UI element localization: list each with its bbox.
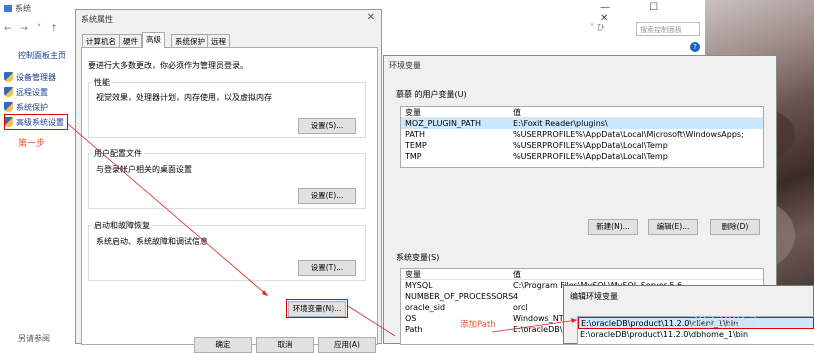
address-dropdown-refresh[interactable]: ˅ ひ xyxy=(590,22,605,33)
dialog-title: 系统属性 xyxy=(81,15,113,24)
user-new-button[interactable]: 新建(N)... xyxy=(588,219,638,235)
shield-icon xyxy=(4,87,13,97)
window-controls[interactable]: — ☐ ✕ xyxy=(600,2,705,24)
performance-desc: 视觉效果，处理器计划，内存使用，以及虚拟内存 xyxy=(96,93,272,102)
user-delete-button[interactable]: 删除(D) xyxy=(710,219,760,235)
tab-advanced[interactable]: 高级 xyxy=(142,32,165,48)
list-header: 变量值 xyxy=(401,269,763,280)
startup-desc: 系统启动、系统故障和调试信息 xyxy=(96,237,208,246)
system-variables-label: 系统变量(S) xyxy=(396,253,440,262)
close-icon[interactable]: ✕ xyxy=(367,12,375,23)
shield-icon xyxy=(4,72,13,82)
user-variables-label: 慕慕 的用户变量(U) xyxy=(396,90,467,99)
tab-computer-name[interactable]: 计算机名 xyxy=(82,34,120,47)
watermark: 38230962 xyxy=(690,314,758,330)
help-icon[interactable]: ? xyxy=(690,42,700,52)
tab-hardware[interactable]: 硬件 xyxy=(119,34,142,47)
control-panel-home-link[interactable]: 控制面板主页 xyxy=(18,50,66,61)
admin-note: 要进行大多数更改，你必须作为管理员登录。 xyxy=(88,61,248,70)
sidebar-item-device-manager[interactable]: 设备管理器 xyxy=(4,72,56,83)
dialog-title: 环境变量 xyxy=(389,61,421,70)
annotation-step1: 第一步 xyxy=(18,139,46,149)
tab-remote[interactable]: 远程 xyxy=(207,34,230,47)
cancel-button[interactable]: 取消 xyxy=(256,337,314,353)
system-icon xyxy=(4,5,12,12)
performance-settings-button[interactable]: 设置(S)... xyxy=(298,118,356,134)
startup-label: 启动和故障恢复 xyxy=(92,220,152,231)
user-variables-list[interactable]: 变量值 MOZ_PLUGIN_PATH E:\Foxit Reader\plugi… xyxy=(400,106,764,168)
apply-button[interactable]: 应用(A) xyxy=(318,337,376,353)
sidebar-item-protection[interactable]: 系统保护 xyxy=(4,102,48,113)
see-also-label: 另请参阅 xyxy=(18,334,50,343)
profile-desc: 与登录帐户相关的桌面设置 xyxy=(96,165,192,174)
table-row[interactable]: MOZ_PLUGIN_PATH E:\Foxit Reader\plugins\ xyxy=(401,118,763,129)
startup-settings-button[interactable]: 设置(T)... xyxy=(298,260,356,276)
performance-label: 性能 xyxy=(92,77,112,88)
annotation-add-path: 添加Path xyxy=(460,320,496,330)
edit-environment-variable-dialog: 编辑环境变量 E:\oracleDB\product\11.2.0\client… xyxy=(563,285,814,345)
profile-label: 用户配置文件 xyxy=(92,148,144,159)
tab-system-protection[interactable]: 系统保护 xyxy=(171,34,209,47)
environment-variables-button[interactable]: 环境变量(N)... xyxy=(288,301,346,317)
dialog-title: 编辑环境变量 xyxy=(570,292,618,301)
list-item[interactable]: E:\oracleDB\product\11.2.0\dbhome_1\bin xyxy=(578,329,814,341)
table-row[interactable]: PATH %USERPROFILE%\AppData\Local\Microsof… xyxy=(401,129,763,140)
sidebar-item-remote[interactable]: 远程设置 xyxy=(4,87,48,98)
shield-icon xyxy=(4,102,13,112)
user-edit-button[interactable]: 编辑(E)... xyxy=(648,219,698,235)
nav-arrows[interactable]: ← → ˅ ↑ xyxy=(4,24,61,34)
profile-settings-button[interactable]: 设置(E)... xyxy=(298,188,356,204)
table-row[interactable]: TEMP %USERPROFILE%\AppData\Local\Temp xyxy=(401,140,763,151)
list-header: 变量值 xyxy=(401,107,763,118)
search-input[interactable]: 搜索控制面板 xyxy=(636,22,700,36)
annotation-highlight-box xyxy=(4,114,68,130)
ok-button[interactable]: 确定 xyxy=(194,337,252,353)
window-title: 系统 xyxy=(4,3,31,14)
table-row[interactable]: TMP %USERPROFILE%\AppData\Local\Temp xyxy=(401,151,763,162)
system-properties-dialog: 系统属性 ✕ 计算机名 硬件 高级 系统保护 远程 要进行大多数更改，你必须作为… xyxy=(75,9,382,353)
